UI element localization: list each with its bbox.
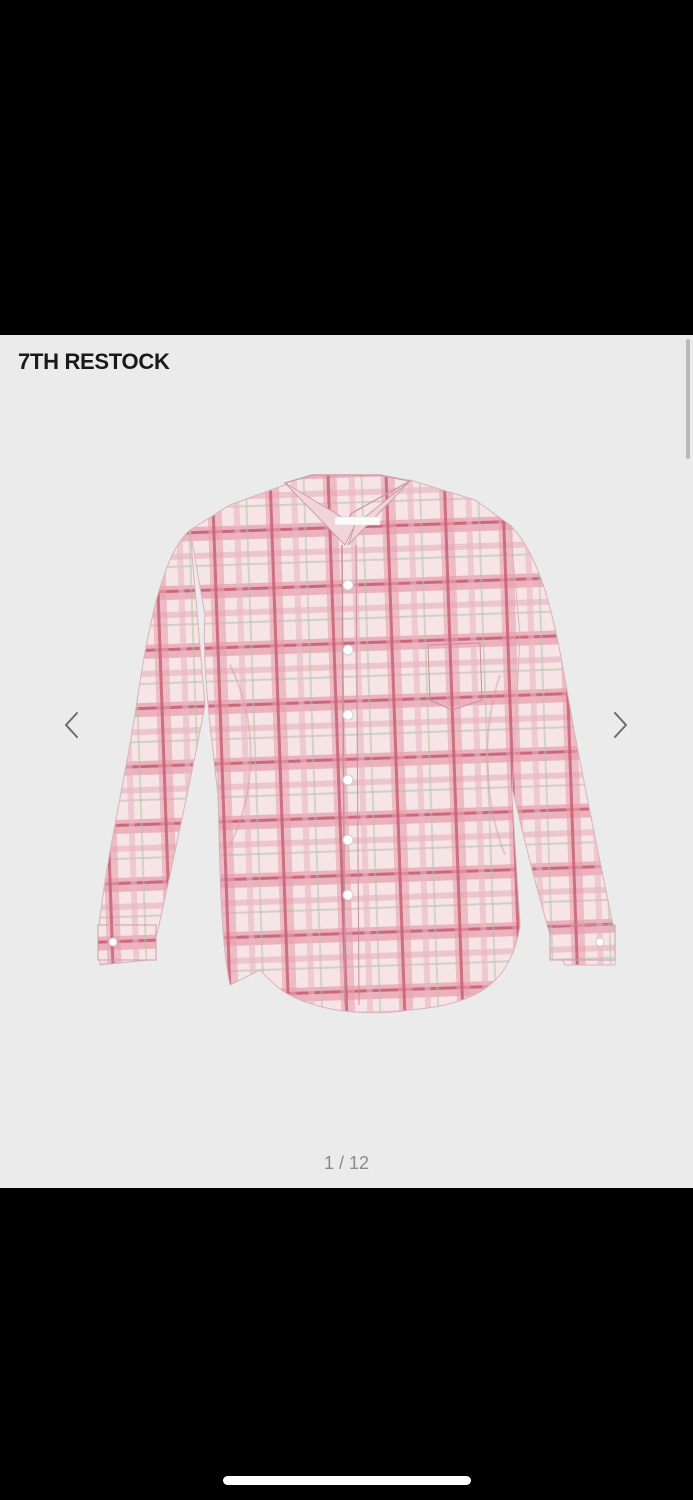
product-image-shirt[interactable] [80, 465, 640, 1025]
restock-badge: 7TH RESTOCK [18, 349, 170, 374]
carousel-prev-button[interactable] [56, 705, 86, 745]
top-letterbox [0, 0, 693, 335]
bottom-letterbox [0, 1188, 693, 1500]
chevron-left-icon [65, 712, 78, 738]
scrollbar[interactable] [686, 339, 690, 459]
home-indicator[interactable] [223, 1476, 471, 1485]
chevron-right-icon [614, 712, 627, 738]
product-gallery[interactable]: 7TH RESTOCK 1 / 12 [0, 335, 693, 1188]
carousel-counter: 1 / 12 [323, 1153, 370, 1173]
carousel-next-button[interactable] [606, 705, 636, 745]
screen: 7TH RESTOCK 1 / 12 [0, 0, 693, 1500]
